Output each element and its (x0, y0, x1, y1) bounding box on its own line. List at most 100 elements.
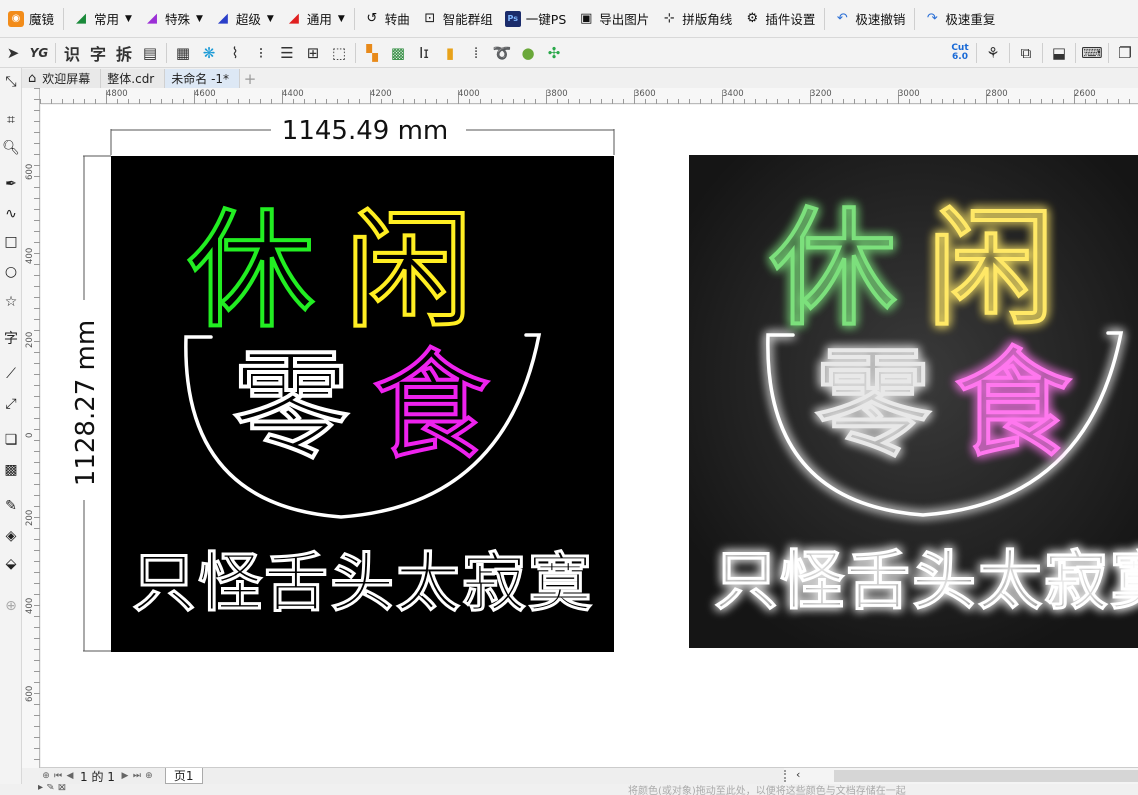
plugin-settings-button[interactable]: ⚙ 插件设置 (738, 6, 821, 32)
horizontal-scrollbar[interactable]: ‹ (784, 768, 1138, 784)
keyboard-icon[interactable]: ⌨ (1079, 41, 1105, 65)
color-block-icon[interactable]: ▚ (359, 41, 385, 65)
fast-undo-button[interactable]: ↶ 极速撤销 (828, 6, 911, 32)
toolbar-divider (914, 7, 916, 30)
smart-fill-icon[interactable]: ⬙ (0, 552, 22, 576)
window-icon[interactable]: ❐ (1112, 41, 1138, 65)
rectangle-icon[interactable]: □ (0, 230, 22, 254)
crop-marks-button[interactable]: ⊹ 拼版角线 (655, 6, 738, 32)
pick-arrow-icon[interactable]: ➤ (0, 41, 26, 65)
pattern-icon[interactable]: ❋ (196, 41, 222, 65)
image-frame-icon[interactable]: ▩ (385, 41, 411, 65)
distribute-icon[interactable]: ☰ (274, 41, 300, 65)
crop-icon[interactable]: ⌗ (0, 108, 22, 132)
select-frame-icon[interactable]: ⬚ (326, 41, 352, 65)
ellipse-icon[interactable]: ○ (0, 260, 22, 284)
add-page-after-icon[interactable]: ⊕ (143, 771, 155, 781)
fast-redo-button[interactable]: ↷ 极速重复 (918, 6, 1001, 32)
fill-icon[interactable]: ◈ (0, 524, 22, 548)
common-menu-button[interactable]: ◢ 常用 ▼ (67, 6, 138, 32)
group-icon[interactable]: ⊞ (300, 41, 326, 65)
align-icon[interactable]: ⁝ (248, 41, 274, 65)
puzzle-icon[interactable]: ✣ (541, 41, 567, 65)
general-menu-button[interactable]: ◢ 通用 ▼ (280, 6, 351, 32)
parallel-dim-icon[interactable]: ⟋ (0, 362, 22, 386)
toolbar-divider (353, 7, 355, 30)
bar-chart-icon[interactable]: ▮ (437, 41, 463, 65)
yg-logo-icon[interactable]: YG (26, 41, 52, 65)
recognize-text-button[interactable]: 识 (59, 41, 85, 65)
page-counter: 1 的 1 (80, 769, 115, 784)
ruler-icon[interactable]: ⦙ (463, 41, 489, 65)
bezier-icon[interactable]: ∿ (0, 202, 22, 226)
document-tabs: ⌂ 欢迎屏幕 整体.cdr 未命名 -1* + (22, 68, 260, 88)
redo-icon: ↷ (926, 11, 938, 26)
scroll-left-icon[interactable]: ‹ (796, 768, 800, 781)
node-tool-icon[interactable]: ⌇ (222, 41, 248, 65)
last-page-icon[interactable]: ⏭ (131, 771, 143, 781)
connector-icon[interactable]: ⤢ (0, 392, 22, 416)
glow-char-xian: 闲 (927, 195, 1055, 344)
prev-page-icon[interactable]: ◀ (64, 771, 76, 781)
scroll-thumb[interactable] (834, 770, 1138, 782)
vertical-ruler[interactable]: 600 400 200 0 200 400 600 (22, 88, 40, 768)
page-tab-1[interactable]: 页1 (164, 768, 203, 784)
chevron-down-icon: ▼ (125, 13, 132, 24)
ruler-label: 3800 (546, 89, 568, 99)
toolbar-divider (355, 42, 356, 63)
horizontal-ruler[interactable]: 4800 4600 4400 4200 4000 3800 3600 3400 … (40, 88, 1138, 104)
eyedropper-icon[interactable]: ✎ (0, 494, 22, 518)
toolbar-divider (824, 7, 826, 30)
special-arrow-icon: ◢ (146, 11, 157, 26)
ruler-label: 4200 (370, 89, 392, 99)
tab-overall-cdr[interactable]: 整体.cdr (101, 69, 166, 88)
neon-design-flat[interactable]: 休 闲 零 食 只怪舌头太寂寞 (111, 156, 614, 652)
one-click-ps-button[interactable]: Ps 一键PS (499, 6, 572, 32)
add-tool-icon[interactable]: ⊕ (0, 594, 22, 618)
neon-design-glow[interactable]: 休 闲 零 食 只怪舌头太寂寞 (689, 155, 1138, 648)
ruler-label: 4600 (194, 89, 216, 99)
paste-icon[interactable]: ▤ (137, 41, 163, 65)
layer-box-icon[interactable]: ⧉ (1013, 41, 1039, 65)
text-size-icon[interactable]: Iɪ (411, 41, 437, 65)
magic-mirror-icon: ◉ (8, 10, 24, 27)
chevron-down-icon: ▼ (337, 13, 345, 24)
tab-untitled[interactable]: 未命名 -1* (165, 69, 241, 88)
pen-icon[interactable]: ✒ (0, 172, 22, 196)
drawing-canvas[interactable]: 1145.49 mm 1128.27 mm 休 闲 零 食 只怪舌头太寂寞 休 … (41, 105, 1138, 767)
toolbar-divider (1042, 42, 1043, 63)
zoom-icon[interactable]: 🔍︎ (0, 136, 22, 160)
super-menu-button[interactable]: ◢ 超级 ▼ (209, 6, 280, 32)
curve-arrow-icon[interactable]: ➰ (489, 41, 515, 65)
toolbox: ⤡ ⌗ 🔍︎ ✒ ∿ □ ○ ☆ 字 ⟋ ⤢ ❏ ▩ ✎ ◈ ⬙ ⊕ (0, 68, 22, 795)
table-icon[interactable]: ▦ (170, 41, 196, 65)
next-page-icon[interactable]: ▶ (119, 771, 131, 781)
tab-welcome[interactable]: ⌂ 欢迎屏幕 (22, 69, 102, 88)
split-text-button[interactable]: 拆 (111, 41, 137, 65)
shape-merge-icon[interactable]: ⚘ (980, 41, 1006, 65)
mirror-icon[interactable]: ⬓ (1046, 41, 1072, 65)
drop-shadow-icon[interactable]: ❏ (0, 428, 22, 452)
add-tab-icon[interactable]: + (240, 69, 260, 88)
text-tool-icon[interactable]: 字 (0, 326, 22, 350)
plugin-toolbar: ◉ 魔镜 ◢ 常用 ▼ ◢ 特殊 ▼ ◢ 超级 ▼ ◢ 通用 ▼ ↺ 转曲 ⊡ … (0, 0, 1138, 38)
magic-mirror-button[interactable]: ◉ 魔镜 (2, 6, 60, 32)
special-menu-button[interactable]: ◢ 特殊 ▼ (138, 6, 209, 32)
glow-char-ling: 零 (814, 335, 932, 473)
add-page-before-icon[interactable]: ⊕ (40, 771, 52, 781)
palette-tools-icon[interactable]: ▸ ✎ ⊠ (38, 784, 66, 793)
char-text-button[interactable]: 字 (85, 41, 111, 65)
star-icon[interactable]: ☆ (0, 290, 22, 314)
smart-group-button[interactable]: ⊡ 智能群组 (416, 6, 499, 32)
slogan-text: 只怪舌头太寂寞 (132, 547, 594, 621)
freehand-pick-icon[interactable]: ⤡ (0, 70, 22, 94)
width-dimension-label[interactable]: 1145.49 mm (282, 116, 448, 146)
first-page-icon[interactable]: ⏮ (52, 771, 64, 781)
ball-icon[interactable]: ● (515, 41, 541, 65)
curve-convert-icon: ↺ (366, 11, 378, 26)
curve-convert-button[interactable]: ↺ 转曲 (358, 6, 416, 32)
height-dimension-label[interactable]: 1128.27 mm (71, 320, 101, 486)
cut-version-badge[interactable]: Cut 6.0 (947, 41, 973, 65)
export-image-button[interactable]: ▣ 导出图片 (572, 6, 655, 32)
transparency-icon[interactable]: ▩ (0, 458, 22, 482)
